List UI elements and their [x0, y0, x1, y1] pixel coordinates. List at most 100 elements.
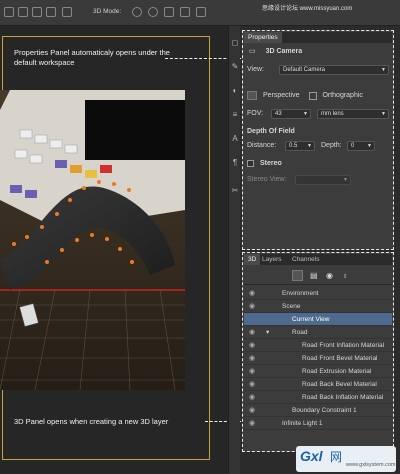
distance-value: 0.5: [289, 143, 298, 149]
fov-unit-select[interactable]: mm lens ▼: [317, 109, 389, 119]
list-item[interactable]: ◉ Road Front Bevel Material: [244, 352, 392, 365]
brush-icon[interactable]: ✎: [230, 62, 240, 72]
3d-panel-tabbar: 3D Layers Channels: [244, 254, 392, 265]
3d-filter-bar: ▤ ◉ ♁: [244, 267, 392, 285]
path-dot: [130, 260, 134, 264]
chevron-down-icon: ▼: [343, 177, 348, 183]
list-item[interactable]: ◉ Road Back Inflation Material: [244, 391, 392, 404]
list-item[interactable]: ◉ ▾ Road: [244, 326, 392, 339]
path-dot: [127, 188, 131, 192]
path-dot: [25, 235, 29, 239]
eye-icon[interactable]: ◉: [249, 339, 255, 352]
list-item[interactable]: ◉ Road Extrusion Material: [244, 365, 392, 378]
item-label: Road Back Bevel Material: [302, 381, 377, 388]
item-label: Road Back Inflation Material: [302, 394, 384, 401]
depth-label: Depth:: [321, 142, 342, 149]
path-dot: [55, 212, 59, 216]
levels-icon[interactable]: ≡: [230, 110, 240, 120]
adjust-icon[interactable]: ◐: [230, 86, 240, 96]
path-dot: [40, 225, 44, 229]
disclosure-triangle-icon[interactable]: ▾: [266, 326, 269, 339]
properties-tabbar: Properties: [244, 32, 392, 43]
tab-layers[interactable]: Layers: [258, 254, 286, 265]
3d-scene-image[interactable]: [0, 90, 185, 390]
path-dot: [112, 182, 116, 186]
stereo-label: Stereo: [259, 160, 282, 167]
eye-icon[interactable]: ◉: [249, 300, 255, 313]
fov-input[interactable]: 43 ▼: [271, 109, 311, 119]
eye-icon[interactable]: ◉: [249, 378, 255, 391]
tab-properties[interactable]: Properties: [244, 32, 282, 43]
materials-icon[interactable]: ◉: [326, 271, 333, 280]
eye-icon[interactable]: ◉: [249, 326, 255, 339]
eye-icon[interactable]: ◉: [249, 417, 255, 430]
depth-input[interactable]: 0 ▼: [347, 141, 375, 151]
fov-value: 43: [275, 111, 282, 117]
chevron-down-icon: ▼: [381, 111, 386, 117]
list-item-selected[interactable]: Current View: [244, 313, 392, 326]
stereo-checkbox[interactable]: [247, 159, 254, 167]
item-label: Road Front Inflation Material: [302, 342, 385, 349]
align-icon[interactable]: [4, 7, 14, 17]
path-dot: [97, 180, 101, 184]
perspective-label[interactable]: Perspective: [263, 92, 300, 99]
item-label: Road Front Bevel Material: [302, 355, 378, 362]
chevron-down-icon: ▼: [381, 67, 386, 73]
fov-label: FOV:: [247, 110, 264, 117]
item-label: Road: [292, 329, 308, 336]
roll-3d-icon[interactable]: [148, 7, 158, 17]
align-icon[interactable]: [32, 7, 42, 17]
options-bar: 3D Mode: 思缘设计论坛 www.missyuan.com: [0, 0, 400, 26]
callout-properties: Properties Panel automaticaly opens unde…: [14, 48, 170, 67]
watermark-text: 思缘设计论坛 www.missyuan.com: [262, 6, 353, 12]
item-label: Road Extrusion Material: [302, 368, 372, 375]
slide-3d-icon[interactable]: [180, 7, 190, 17]
item-label: Scene: [282, 303, 301, 310]
projection-row: Perspective Orthographic: [247, 91, 363, 101]
list-item[interactable]: ◉ Infinite Light 1: [244, 417, 392, 430]
eye-icon[interactable]: ◉: [249, 365, 255, 378]
pan-3d-icon[interactable]: [164, 7, 174, 17]
rotate-3d-icon[interactable]: [132, 7, 142, 17]
eye-icon[interactable]: ◉: [249, 287, 255, 300]
list-item[interactable]: ◉ Road Back Bevel Material: [244, 378, 392, 391]
tools-icon[interactable]: ✂: [230, 186, 240, 196]
align-icon[interactable]: [18, 7, 28, 17]
meshes-icon[interactable]: ▤: [310, 271, 318, 280]
tab-channels[interactable]: Channels: [288, 254, 323, 265]
eye-icon[interactable]: ◉: [249, 352, 255, 365]
path-dot: [12, 242, 16, 246]
scale-3d-icon[interactable]: [196, 7, 206, 17]
paragraph-icon[interactable]: ¶: [230, 158, 240, 168]
lights-icon[interactable]: ♁: [342, 271, 348, 280]
whole-scene-icon[interactable]: [292, 270, 303, 281]
scene-illustration: [0, 90, 185, 390]
list-item[interactable]: ◉ Scene: [244, 300, 392, 313]
stereo-view-select: ▼: [295, 175, 351, 185]
list-item[interactable]: ◉ Road Front Inflation Material: [244, 339, 392, 352]
orthographic-icon[interactable]: [309, 91, 318, 100]
logo-url: www.gxlsystem.com: [346, 462, 396, 468]
panel-icon-strip: ◻ ✎ ◐ ≡ A ¶ ✂: [228, 26, 240, 474]
eye-icon[interactable]: ◉: [249, 391, 255, 404]
history-icon[interactable]: ◻: [230, 38, 240, 48]
distance-input[interactable]: 0.5 ▼: [285, 141, 315, 151]
perspective-icon[interactable]: [247, 91, 257, 100]
align-icon[interactable]: [46, 7, 56, 17]
path-dot: [68, 198, 72, 202]
eye-icon[interactable]: ◉: [249, 404, 255, 417]
path-dot: [45, 260, 49, 264]
list-item[interactable]: ◉ Boundary Constraint 1: [244, 404, 392, 417]
orthographic-label[interactable]: Orthographic: [322, 92, 362, 99]
path-dot: [82, 186, 86, 190]
item-label: Environment: [282, 290, 319, 297]
distribute-icon[interactable]: [62, 7, 72, 17]
properties-panel: Properties ▭ 3D Camera View: Default Cam…: [242, 30, 394, 250]
view-select[interactable]: Default Camera ▼: [279, 65, 389, 75]
path-dot: [118, 247, 122, 251]
dof-heading: Depth Of Field: [247, 128, 295, 135]
list-item[interactable]: ◉ Environment: [244, 287, 392, 300]
3d-panel: 3D Layers Channels ▤ ◉ ♁ ◉ Environment ◉ S…: [242, 252, 394, 452]
item-label: Infinite Light 1: [282, 420, 323, 427]
character-icon[interactable]: A: [230, 134, 240, 144]
